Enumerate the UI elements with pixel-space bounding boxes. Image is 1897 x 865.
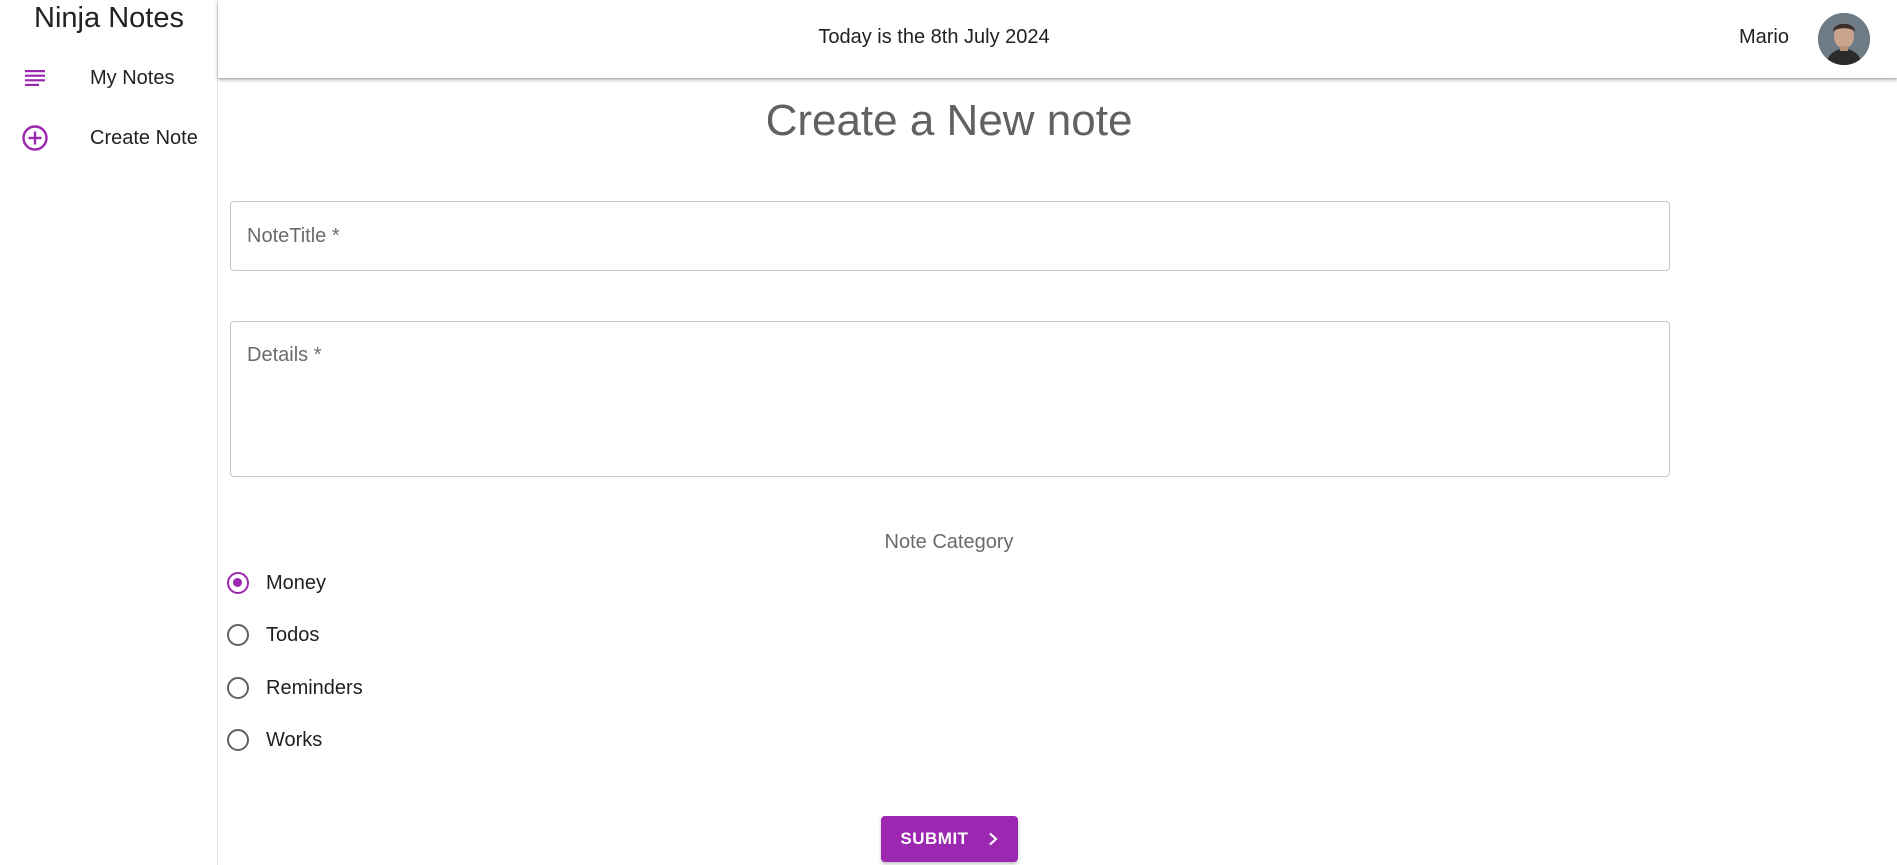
note-title-field[interactable] [230,201,1670,271]
radio-button[interactable] [227,624,249,646]
user-avatar-icon [1818,13,1870,65]
subject-icon [20,63,50,93]
chevron-right-icon [987,832,999,846]
radio-label: Reminders [266,676,363,699]
radio-button[interactable] [227,677,249,699]
radio-button[interactable] [227,572,249,594]
submit-label: SUBMIT [900,829,969,848]
details-field[interactable] [230,321,1670,477]
page-title: Create a New note [765,96,1133,145]
date-text: Today is the 8th July 2024 [818,26,1050,48]
radio-option-reminders[interactable]: Reminders [227,670,363,706]
radio-label: Money [266,571,327,594]
radio-label: Todos [266,623,320,646]
add-circle-icon [20,123,50,153]
app-bar: Today is the 8th July 2024 Mario [218,0,1897,78]
submit-button[interactable]: SUBMIT [881,816,1018,862]
radio-option-works[interactable]: Works [227,722,322,758]
radio-button[interactable] [227,729,249,751]
app-brand: Ninja Notes [34,2,184,34]
sidebar-item-label: Create Note [90,126,198,149]
radio-option-todos[interactable]: Todos [227,617,319,653]
note-title-input[interactable] [231,202,1669,270]
sidebar-item-my-notes[interactable]: My Notes [0,52,217,104]
radio-option-money[interactable]: Money [227,565,326,601]
sidebar: Ninja Notes My Notes Create Note [0,0,218,865]
details-textarea[interactable] [231,322,1669,476]
note-category-label: Note Category [884,531,1014,553]
sidebar-item-label: My Notes [90,66,175,89]
user-name: Mario [1738,26,1789,48]
sidebar-item-create-note[interactable]: Create Note [0,112,217,164]
avatar[interactable] [1818,13,1870,65]
radio-label: Works [266,728,323,751]
